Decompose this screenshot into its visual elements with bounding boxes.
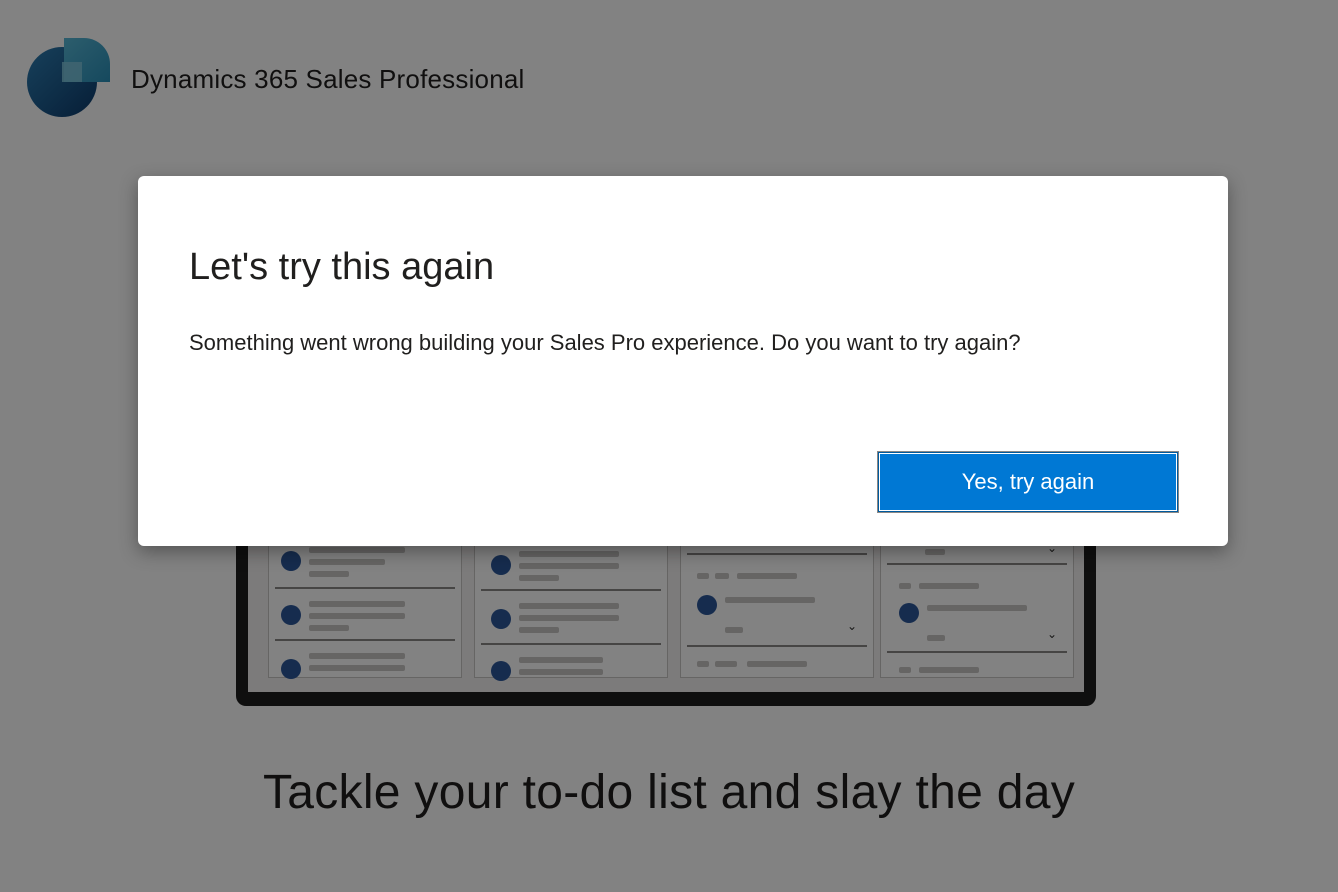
error-dialog: Let's try this again Something went wron… (138, 176, 1228, 546)
dialog-title: Let's try this again (189, 246, 495, 288)
dialog-message: Something went wrong building your Sales… (189, 330, 1021, 355)
retry-button[interactable]: Yes, try again (878, 452, 1178, 512)
